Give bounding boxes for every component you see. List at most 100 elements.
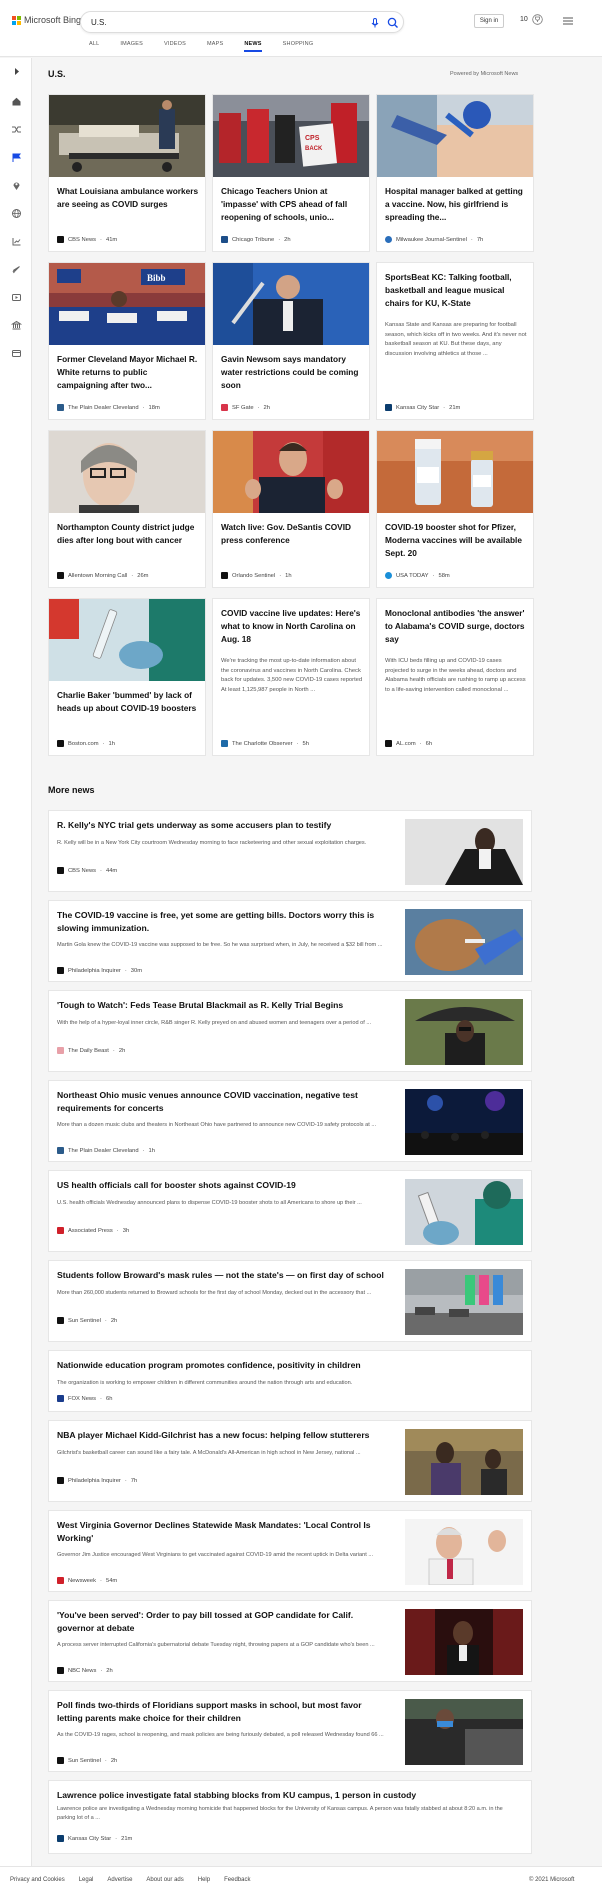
news-card[interactable]: SportsBeat KC: Talking football, basketb…	[376, 262, 534, 420]
row-title[interactable]: Lawrence police investigate fatal stabbi…	[57, 1789, 517, 1802]
news-card[interactable]: Gavin Newsom says mandatory water restri…	[212, 262, 370, 420]
tab-videos[interactable]: VIDEOS	[164, 41, 186, 52]
row-title[interactable]: Students follow Broward's mask rules — n…	[57, 1269, 387, 1282]
sign-in-button[interactable]: Sign in	[474, 14, 504, 28]
footer-link[interactable]: Advertise	[107, 1877, 132, 1883]
card-source: Boston.com · 1h	[57, 740, 115, 747]
card-title[interactable]: Former Cleveland Mayor Michael R. White …	[57, 353, 199, 392]
news-row[interactable]: Nationwide education program promotes co…	[48, 1350, 532, 1412]
card-title[interactable]: COVID vaccine live updates: Here's what …	[221, 607, 363, 646]
tab-maps[interactable]: MAPS	[207, 41, 223, 52]
tab-shopping[interactable]: SHOPPING	[283, 41, 314, 52]
source-favicon-icon	[57, 1577, 64, 1584]
row-title[interactable]: 'Tough to Watch': Feds Tease Brutal Blac…	[57, 999, 387, 1012]
row-title[interactable]: Poll finds two-thirds of Floridians supp…	[57, 1699, 387, 1725]
news-card[interactable]: COVID vaccine live updates: Here's what …	[212, 598, 370, 756]
news-row[interactable]: Northeast Ohio music venues announce COV…	[48, 1080, 532, 1162]
video-icon[interactable]	[11, 292, 22, 303]
globe-icon[interactable]	[11, 208, 22, 219]
card-title[interactable]: Northampton County district judge dies a…	[57, 521, 199, 547]
news-row[interactable]: R. Kelly's NYC trial gets underway as so…	[48, 810, 532, 892]
news-row[interactable]: 'You've been served': Order to pay bill …	[48, 1600, 532, 1682]
card-title[interactable]: What Louisiana ambulance workers are see…	[57, 185, 199, 211]
news-row[interactable]: NBA player Michael Kidd-Gilchrist has a …	[48, 1420, 532, 1502]
news-card[interactable]: COVID-19 booster shot for Pfizer, Modern…	[376, 430, 534, 588]
chart-icon[interactable]	[11, 236, 22, 247]
news-card[interactable]: Northampton County district judge dies a…	[48, 430, 206, 588]
tab-images[interactable]: IMAGES	[120, 41, 143, 52]
news-card[interactable]: What Louisiana ambulance workers are see…	[48, 94, 206, 252]
governor-justice-photo	[405, 1519, 523, 1585]
card-source: The Plain Dealer Cleveland · 18m	[57, 404, 160, 411]
card-title[interactable]: SportsBeat KC: Talking football, basketb…	[385, 271, 527, 310]
bing-logo[interactable]: Microsoft Bing	[12, 15, 81, 25]
footer-link[interactable]: About our ads	[146, 1877, 183, 1883]
tab-all[interactable]: ALL	[89, 41, 99, 52]
row-title[interactable]: US health officials call for booster sho…	[57, 1179, 387, 1192]
news-card[interactable]: Monoclonal antibodies 'the answer' to Al…	[376, 598, 534, 756]
news-row[interactable]: West Virginia Governor Declines Statewid…	[48, 1510, 532, 1592]
row-source: NBC News · 2h	[57, 1667, 113, 1674]
row-source: Newsweek · 54m	[57, 1577, 117, 1584]
footer-link[interactable]: Privacy and Cookies	[10, 1877, 65, 1883]
card-title[interactable]: Gavin Newsom says mandatory water restri…	[221, 353, 363, 392]
row-title[interactable]: Nationwide education program promotes co…	[57, 1359, 387, 1372]
row-title[interactable]: West Virginia Governor Declines Statewid…	[57, 1519, 387, 1545]
row-title[interactable]: Northeast Ohio music venues announce COV…	[57, 1089, 387, 1115]
row-source: The Daily Beast · 2h	[57, 1047, 125, 1054]
expand-arrow-icon[interactable]	[11, 66, 22, 77]
news-card[interactable]: CPS BACK Chicago Teachers Union at 'impa…	[212, 94, 370, 252]
card-title[interactable]: Hospital manager balked at getting a vac…	[385, 185, 527, 224]
card-title[interactable]: Chicago Teachers Union at 'impasse' with…	[221, 185, 363, 224]
card-source: Milwaukee Journal-Sentinel · 7h	[385, 236, 483, 243]
news-card[interactable]: Hospital manager balked at getting a vac…	[376, 94, 534, 252]
rocket-icon[interactable]	[11, 264, 22, 275]
row-title[interactable]: 'You've been served': Order to pay bill …	[57, 1609, 387, 1635]
row-source: Sun Sentinel · 2h	[57, 1317, 117, 1324]
search-input[interactable]	[91, 16, 341, 29]
card-icon[interactable]	[11, 348, 22, 359]
classroom-photo	[405, 1269, 523, 1335]
source-favicon-icon	[221, 572, 228, 579]
shuffle-icon[interactable]	[11, 124, 22, 135]
row-title[interactable]: The COVID-19 vaccine is free, yet some a…	[57, 909, 387, 935]
home-icon[interactable]	[11, 96, 22, 107]
news-card[interactable]: Charlie Baker 'bummed' by lack of heads …	[48, 598, 206, 756]
bank-icon[interactable]	[11, 320, 22, 331]
news-row[interactable]: Lawrence police investigate fatal stabbi…	[48, 1780, 532, 1854]
source-favicon-icon	[221, 740, 228, 747]
location-pin-icon[interactable]	[11, 180, 22, 191]
rewards-button[interactable]: 10	[520, 14, 543, 25]
row-snippet: Lawrence police are investigating a Wedn…	[57, 1806, 503, 1821]
booster-syringe-photo	[49, 599, 205, 681]
tab-news[interactable]: NEWS	[244, 41, 262, 52]
footer-link[interactable]: Legal	[79, 1877, 94, 1883]
news-row[interactable]: The COVID-19 vaccine is free, yet some a…	[48, 900, 532, 982]
news-card[interactable]: Watch live: Gov. DeSantis COVID press co…	[212, 430, 370, 588]
card-title[interactable]: Monoclonal antibodies 'the answer' to Al…	[385, 607, 527, 646]
search-box[interactable]	[80, 11, 404, 33]
hamburger-menu-icon[interactable]	[562, 16, 574, 26]
news-row[interactable]: Students follow Broward's mask rules — n…	[48, 1260, 532, 1342]
row-title[interactable]: R. Kelly's NYC trial gets underway as so…	[57, 819, 387, 832]
news-row[interactable]: Poll finds two-thirds of Floridians supp…	[48, 1690, 532, 1772]
row-title[interactable]: NBA player Michael Kidd-Gilchrist has a …	[57, 1429, 387, 1442]
news-card[interactable]: Bibb Former Cleveland Mayor Michael R. W…	[48, 262, 206, 420]
flag-icon[interactable]	[11, 152, 22, 163]
powered-by: Powered by Microsoft News	[450, 71, 519, 77]
card-title[interactable]: Charlie Baker 'bummed' by lack of heads …	[57, 689, 199, 715]
card-source: Orlando Sentinel · 1h	[221, 572, 292, 579]
card-title[interactable]: COVID-19 booster shot for Pfizer, Modern…	[385, 521, 527, 560]
microphone-icon[interactable]	[368, 16, 382, 30]
source-favicon-icon	[57, 740, 64, 747]
news-row[interactable]: 'Tough to Watch': Feds Tease Brutal Blac…	[48, 990, 532, 1072]
r-kelly-photo	[405, 819, 523, 885]
source-favicon-icon	[385, 572, 392, 579]
row-snippet: Governor Jim Justice encouraged West Vir…	[57, 1552, 373, 1558]
search-icon[interactable]	[386, 16, 400, 30]
footer-link[interactable]: Feedback	[224, 1877, 250, 1883]
news-row[interactable]: US health officials call for booster sho…	[48, 1170, 532, 1252]
card-title[interactable]: Watch live: Gov. DeSantis COVID press co…	[221, 521, 363, 547]
gop-candidate-debate-photo	[405, 1609, 523, 1675]
footer-link[interactable]: Help	[198, 1877, 210, 1883]
